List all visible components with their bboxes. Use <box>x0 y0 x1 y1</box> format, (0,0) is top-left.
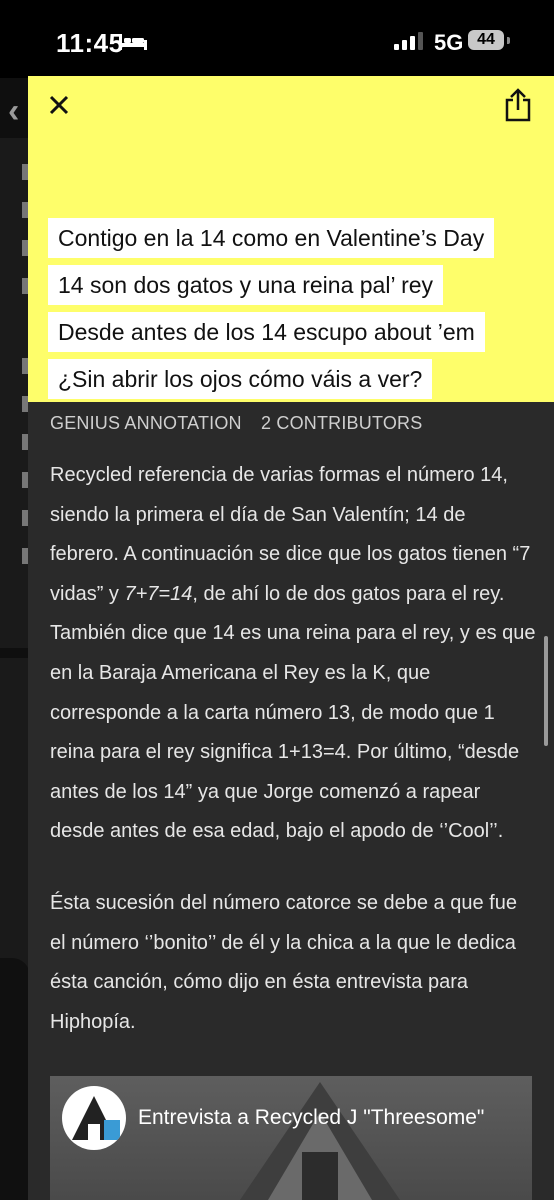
scrollbar[interactable] <box>544 636 548 746</box>
status-time: 11:45 <box>56 28 124 58</box>
lyric-line: 14 son dos gatos y una reina pal’ rey <box>48 265 444 305</box>
paragraph-text: , de ahí lo de dos gatos para el rey. Ta… <box>50 582 536 843</box>
annotation-paragraph: Recycled referencia de varias formas el … <box>50 456 536 852</box>
lyric-card: Contigo en la 14 como en Valentine’s Day… <box>28 76 554 402</box>
lyrics-excerpt: Contigo en la 14 como en Valentine’s Day… <box>48 218 495 406</box>
annotation-paragraph: Ésta sucesión del número catorce se debe… <box>50 891 517 1033</box>
close-icon[interactable] <box>48 94 70 116</box>
contributors-link[interactable]: 2 CONTRIBUTORS <box>261 413 423 433</box>
annotation-body: Recycled referencia de varias formas el … <box>50 456 536 1074</box>
paragraph-emphasis: 7+7=14 <box>124 582 193 605</box>
video-embed[interactable]: Entrevista a Recycled J "Threesome" <box>50 1076 532 1200</box>
bed-icon <box>119 34 147 50</box>
lyric-line: ¿Sin abrir los ojos cómo váis a ver? <box>48 359 433 399</box>
status-bar: 11:45 5G 44 <box>0 0 554 78</box>
background-bottom-sheet <box>0 958 30 1200</box>
share-icon[interactable] <box>504 88 532 122</box>
annotation-type-label: GENIUS ANNOTATION <box>50 413 242 433</box>
back-chevron-icon[interactable]: ‹ <box>8 92 19 131</box>
video-title: Entrevista a Recycled J "Threesome" <box>138 1106 485 1129</box>
video-thumbnail-art <box>240 1082 400 1200</box>
lyric-line: Desde antes de los 14 escupo about ’em <box>48 312 485 352</box>
annotation-meta: GENIUS ANNOTATION 2 CONTRIBUTORS <box>50 413 436 434</box>
channel-logo-icon <box>72 1096 120 1140</box>
battery-indicator: 44 <box>468 30 504 50</box>
network-type: 5G <box>434 30 464 55</box>
channel-logo[interactable] <box>62 1086 126 1150</box>
battery-tip <box>507 37 510 44</box>
signal-icon <box>394 32 423 50</box>
lyric-line: Contigo en la 14 como en Valentine’s Day <box>48 218 495 258</box>
annotation-panel: Contigo en la 14 como en Valentine’s Day… <box>28 76 554 1200</box>
